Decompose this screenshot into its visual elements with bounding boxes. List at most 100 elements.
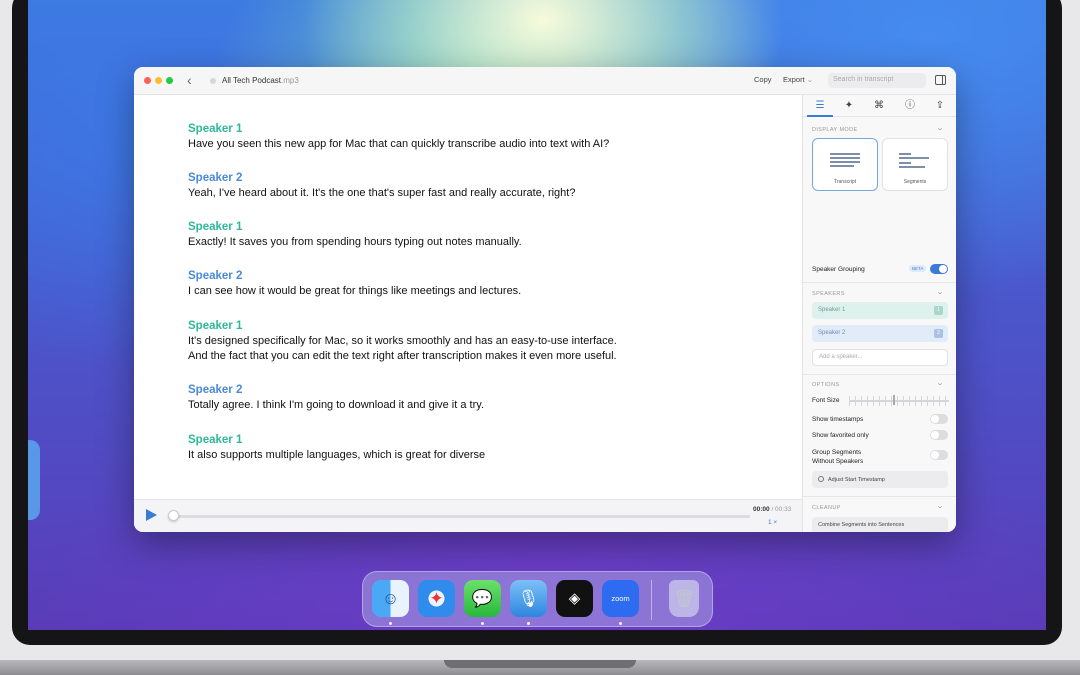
mode-transcript-card[interactable]: Transcript [812,138,878,191]
transcript-preview-line [830,165,854,167]
speaker-badge: 2 [934,329,943,338]
transcript-segment[interactable]: Speaker 2 I can see how it would be grea… [188,269,521,299]
group-segments-toggle[interactable] [930,450,948,460]
transcript-segment[interactable]: Speaker 1 Have you seen this new app for… [188,122,609,152]
segment-text[interactable]: Exactly! It saves you from spending hour… [188,235,522,250]
running-indicator [527,622,530,625]
font-size-label: Font Size [812,397,840,404]
file-status-dot [210,78,216,84]
beta-badge: BETA [909,265,927,272]
sidebar-toggle-icon[interactable] [935,75,946,85]
segment-speaker-label: Speaker 2 [188,172,243,184]
app-window: ‹ All Tech Podcast.mp3 Copy Export ⌄ Sea… [134,67,956,532]
transcript-segment[interactable]: Speaker 1 It's designed specifically for… [188,319,617,364]
transcript-segment[interactable]: Speaker 1 Exactly! It saves you from spe… [188,220,522,250]
segment-speaker-label: Speaker 1 [188,320,243,332]
back-chevron-icon[interactable]: ‹ [187,72,192,88]
voice-app-icon[interactable]: 🎙 [510,580,547,617]
tab-info-icon[interactable]: ⓘ [900,98,920,114]
chevron-down-icon[interactable]: ⌄ [936,124,944,132]
file-title: All Tech Podcast.mp3 [222,76,299,85]
chevron-down-icon[interactable]: ⌄ [936,288,944,296]
running-indicator [389,622,392,625]
speaker-badge: 1 [934,306,943,315]
tab-display-icon[interactable]: ☰ [810,98,830,114]
mode-segments-label: Segments [903,179,927,185]
dock: ☺ ✦ 💬 🎙 ◈ zoom 🗑 [362,571,713,627]
zoom-window-button[interactable] [166,77,173,84]
playback-progress-bar[interactable] [172,515,750,518]
trash-icon[interactable]: 🗑 [669,580,699,617]
speaker-grouping-toggle[interactable] [930,264,948,274]
add-speaker-input[interactable]: Add a speaker... [812,349,948,366]
tab-ai-sparkle-icon[interactable]: ✦ [839,98,859,114]
title-bar: ‹ All Tech Podcast.mp3 Copy Export ⌄ Sea… [134,67,956,95]
capacities-icon[interactable]: ◈ [556,580,593,617]
search-input[interactable]: Search in transcript [828,73,926,88]
show-timestamps-toggle[interactable] [930,414,948,424]
segment-text[interactable]: Totally agree. I think I'm going to down… [188,398,484,413]
mode-transcript-label: Transcript [833,179,857,185]
playback-speed-button[interactable]: 1 × [768,519,777,526]
section-divider [803,282,956,283]
transcript-segment[interactable]: Speaker 2 Totally agree. I think I'm goi… [188,383,484,413]
dock-separator [651,580,652,620]
copy-button[interactable]: Copy [754,75,772,84]
segment-text[interactable]: Yeah, I've heard about it. It's the one … [188,186,575,201]
speaker-name: Speaker 2 [818,330,846,336]
play-icon[interactable] [146,509,157,521]
transcript-preview-line [830,161,860,163]
audio-player: 00:00 / 00:33 1 × [134,499,802,532]
tab-translate-icon[interactable]: ⌘ [869,98,889,114]
chevron-down-icon: ⌄ [806,75,814,84]
chevron-down-icon[interactable]: ⌄ [936,379,944,387]
zoom-icon[interactable]: zoom [602,580,639,617]
segment-text[interactable]: It also supports multiple languages, whi… [188,448,485,463]
tab-share-icon[interactable]: ⇪ [930,98,950,114]
background-window-left [28,440,40,520]
combine-segments-button[interactable]: Combine Segments into Sentences [812,517,948,532]
section-divider [803,496,956,497]
show-favorited-toggle[interactable] [930,430,948,440]
transcript-preview-line [830,153,860,155]
segments-preview-line [899,153,911,155]
speakers-heading: SPEAKERS [812,291,845,297]
close-window-button[interactable] [144,77,151,84]
segment-text[interactable]: Have you seen this new app for Mac that … [188,137,609,152]
segment-text[interactable]: And the fact that you can edit the text … [188,349,617,364]
clock-icon [818,476,824,482]
segments-preview-line [899,162,911,164]
show-favorited-label: Show favorited only [812,432,869,439]
segment-text[interactable]: It's designed specifically for Mac, so i… [188,334,617,349]
section-divider [803,374,956,375]
font-size-slider-thumb[interactable] [893,395,895,405]
transcript-preview-line [830,157,860,159]
minimize-window-button[interactable] [155,77,162,84]
segment-speaker-label: Speaker 2 [188,384,243,396]
messages-icon[interactable]: 💬 [464,580,501,617]
transcript-segment[interactable]: Speaker 2 Yeah, I've heard about it. It'… [188,171,575,201]
running-indicator [619,622,622,625]
playback-scrubber[interactable] [168,510,179,521]
finder-icon[interactable]: ☺ [372,580,409,617]
speaker-row[interactable]: Speaker 1 1 [812,302,948,319]
adjust-start-timestamp-button[interactable]: Adjust Start Timestamp [812,471,948,488]
chevron-down-icon[interactable]: ⌄ [936,502,944,510]
segment-text[interactable]: I can see how it would be great for thin… [188,284,521,299]
group-segments-label: Group Segments Without Speakers [812,449,864,465]
segments-preview-line [899,157,929,159]
options-heading: OPTIONS [812,382,840,388]
font-size-slider[interactable] [849,400,949,402]
speaker-name: Speaker 1 [818,307,846,313]
segment-speaker-label: Speaker 1 [188,434,243,446]
safari-icon[interactable]: ✦ [418,580,455,617]
cleanup-heading: CLEANUP [812,505,841,511]
segment-speaker-label: Speaker 1 [188,123,243,135]
playback-time: 00:00 / 00:33 [753,506,792,513]
mode-segments-card[interactable]: Segments [882,138,948,191]
transcript-segment[interactable]: Speaker 1 It also supports multiple lang… [188,433,485,463]
export-button[interactable]: Export ⌄ [783,75,813,84]
sidebar-tabs: ☰ ✦ ⌘ ⓘ ⇪ [803,95,956,117]
laptop-notch [444,660,636,668]
speaker-row[interactable]: Speaker 2 2 [812,325,948,342]
